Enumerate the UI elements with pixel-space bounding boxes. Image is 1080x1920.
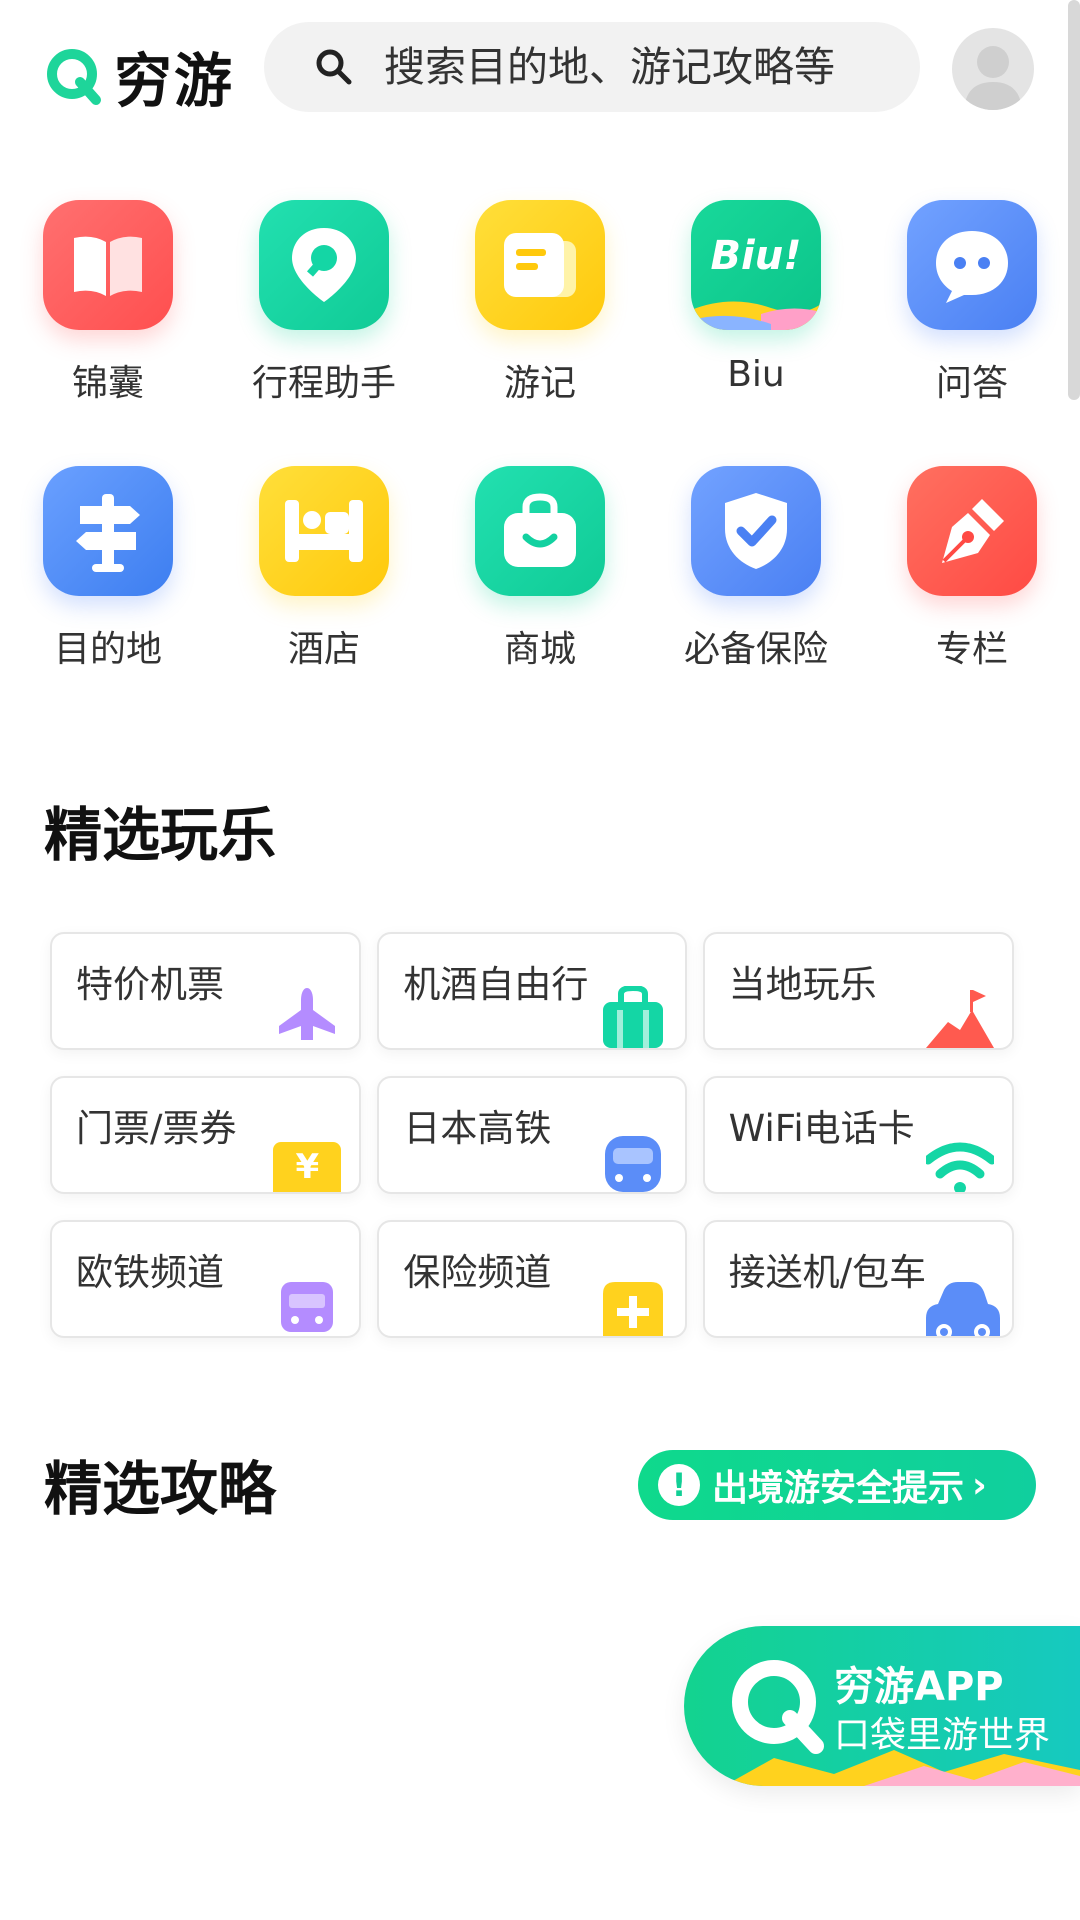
card-wifi-sim[interactable]: WiFi电话卡 bbox=[702, 1076, 1014, 1194]
icon-grid-row: 目的地 酒店 商城 必备保险 专栏 bbox=[0, 466, 1080, 732]
shopping-bag-icon bbox=[475, 466, 605, 596]
grid-item-insurance[interactable]: 必备保险 bbox=[648, 466, 864, 732]
card-label: 机酒自由行 bbox=[403, 963, 589, 1006]
grid-item-label: 商城 bbox=[503, 629, 576, 670]
play-row: 门票/票券 ¥ 日本高铁 WiFi电话卡 bbox=[50, 1076, 1030, 1194]
grid-item-destination[interactable]: 目的地 bbox=[0, 466, 216, 732]
section-title-play: 精选玩乐 bbox=[44, 801, 277, 869]
suitcase-icon bbox=[602, 986, 663, 1048]
grid-item-label: 问答 bbox=[935, 363, 1008, 404]
card-eurail[interactable]: 欧铁频道 bbox=[50, 1220, 362, 1338]
biu-icon-text: Biu! bbox=[710, 233, 802, 279]
safety-tips-label: 出境游安全提示 bbox=[712, 1468, 965, 1509]
play-grid: 特价机票 机酒自由行 当地玩乐 门票/票券 ¥ 日本高铁 WiFi电话卡 欧铁频… bbox=[50, 932, 1030, 1364]
card-label: 门票/票券 bbox=[76, 1107, 237, 1150]
grid-item-column[interactable]: 专栏 bbox=[864, 466, 1080, 732]
alert-icon: ! bbox=[658, 1464, 700, 1506]
logo[interactable]: 穷游 bbox=[44, 34, 234, 118]
card-label: 接送机/包车 bbox=[728, 1251, 927, 1294]
location-pin-icon bbox=[259, 200, 389, 330]
card-local-play[interactable]: 当地玩乐 bbox=[702, 932, 1014, 1050]
grid-item-itinerary[interactable]: 行程助手 bbox=[216, 200, 432, 466]
shield-check-icon bbox=[691, 466, 821, 596]
play-row: 特价机票 机酒自由行 当地玩乐 bbox=[50, 932, 1030, 1050]
card-label: WiFi电话卡 bbox=[728, 1107, 915, 1150]
banner-title: 穷游APP bbox=[834, 1664, 1004, 1710]
decorative-waves bbox=[724, 1750, 1080, 1786]
card-transfer[interactable]: 接送机/包车 bbox=[702, 1220, 1014, 1338]
pen-nib-icon bbox=[907, 466, 1037, 596]
search-input[interactable] bbox=[384, 43, 904, 91]
section-title-guides: 精选攻略 bbox=[44, 1455, 277, 1523]
grid-item-label: 游记 bbox=[503, 363, 576, 404]
icon-grid: 锦囊 行程助手 游记 Biu! Biu 问答 目的地 酒店 商城 必备保险 专栏 bbox=[0, 200, 1080, 732]
grid-item-label: Biu bbox=[727, 354, 785, 395]
grid-item-label: 酒店 bbox=[287, 629, 360, 670]
card-tickets[interactable]: 门票/票券 ¥ bbox=[50, 1076, 362, 1194]
play-row: 欧铁频道 保险频道 接送机/包车 bbox=[50, 1220, 1030, 1338]
grid-item-label: 锦囊 bbox=[71, 363, 144, 404]
logo-q-icon bbox=[47, 49, 101, 105]
app-download-banner[interactable]: 穷游APP 口袋里游世界 bbox=[684, 1626, 1080, 1786]
grid-item-label: 目的地 bbox=[53, 629, 162, 670]
grid-item-label: 必备保险 bbox=[683, 629, 828, 670]
train-icon bbox=[604, 1136, 661, 1192]
bed-icon bbox=[259, 466, 389, 596]
search-bar[interactable] bbox=[264, 22, 920, 112]
signpost-icon bbox=[43, 466, 173, 596]
chat-bubble-icon bbox=[907, 200, 1037, 330]
book-icon bbox=[43, 200, 173, 330]
chevron-right-icon: › bbox=[972, 1464, 987, 1506]
grid-item-mall[interactable]: 商城 bbox=[432, 466, 648, 732]
grid-item-hotel[interactable]: 酒店 bbox=[216, 466, 432, 732]
logo-text: 穷游 bbox=[114, 47, 235, 115]
header: 穷游 bbox=[0, 0, 1080, 400]
avatar[interactable] bbox=[952, 28, 1034, 110]
card-japan-rail[interactable]: 日本高铁 bbox=[377, 1076, 687, 1194]
safety-tips-button[interactable]: ! 出境游安全提示 › bbox=[638, 1450, 1036, 1520]
grid-item-travelogue[interactable]: 游记 bbox=[432, 200, 648, 466]
user-silhouette-icon bbox=[964, 46, 1022, 110]
card-label: 当地玩乐 bbox=[728, 963, 877, 1006]
card-label: 日本高铁 bbox=[403, 1107, 552, 1150]
notes-icon bbox=[475, 200, 605, 330]
card-label: 欧铁频道 bbox=[76, 1251, 224, 1294]
grid-item-jinnang[interactable]: 锦囊 bbox=[0, 200, 216, 466]
icon-grid-row: 锦囊 行程助手 游记 Biu! Biu 问答 bbox=[0, 200, 1080, 466]
grid-item-label: 专栏 bbox=[935, 629, 1008, 670]
grid-item-label: 行程助手 bbox=[251, 363, 396, 404]
car-icon bbox=[926, 1282, 1000, 1336]
yen-ticket-icon: ¥ bbox=[273, 1142, 342, 1192]
mountain-flag-icon bbox=[926, 990, 994, 1048]
wifi-icon bbox=[926, 1142, 994, 1192]
rail-icon bbox=[281, 1282, 334, 1332]
yen-symbol: ¥ bbox=[295, 1147, 320, 1187]
card-label: 特价机票 bbox=[76, 963, 224, 1006]
card-label: 保险频道 bbox=[403, 1251, 552, 1294]
card-flights[interactable]: 特价机票 bbox=[50, 932, 362, 1050]
grid-item-biu[interactable]: Biu! Biu bbox=[648, 200, 864, 466]
card-insurance-channel[interactable]: 保险频道 bbox=[377, 1220, 687, 1338]
card-flight-hotel[interactable]: 机酒自由行 bbox=[377, 932, 687, 1050]
biu-icon: Biu! bbox=[691, 200, 821, 330]
grid-item-qa[interactable]: 问答 bbox=[864, 200, 1080, 466]
search-icon bbox=[316, 49, 352, 85]
airplane-icon bbox=[279, 988, 336, 1040]
medical-plus-icon bbox=[602, 1282, 663, 1336]
